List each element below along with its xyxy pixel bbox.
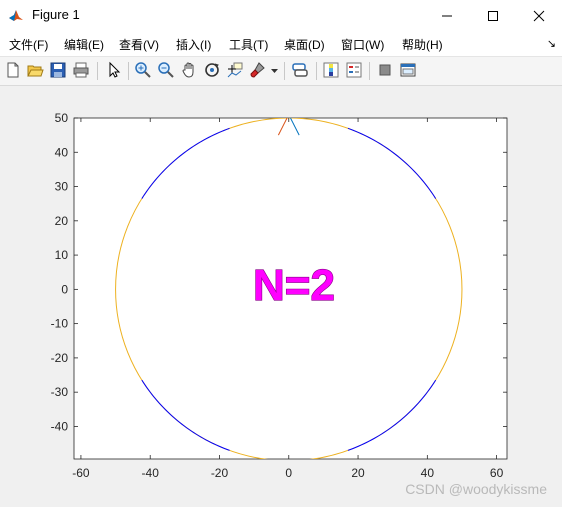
- data-cursor-icon[interactable]: [226, 61, 244, 79]
- toolbar-separator: [97, 62, 98, 80]
- close-icon: [533, 10, 545, 22]
- show-plot-tools-icon[interactable]: [399, 61, 417, 79]
- maximize-icon: [488, 11, 498, 21]
- menu-window[interactable]: 窗口(W): [341, 36, 384, 53]
- y-tick-label: -40: [51, 419, 69, 433]
- zoom-out-icon[interactable]: [157, 61, 175, 79]
- menu-insert[interactable]: 插入(I): [176, 36, 211, 53]
- figure-canvas: -60 -40 -20 0 20 40 60 -40 -30 -20 -10 0 10 20 30 40 50 …: [1, 86, 561, 507]
- menu-edit[interactable]: 编辑(E): [64, 36, 104, 53]
- toolbar-separator: [284, 62, 285, 80]
- print-icon[interactable]: [72, 61, 90, 79]
- menu-desktop[interactable]: 桌面(D): [284, 36, 325, 53]
- x-tick-label: 40: [421, 466, 435, 480]
- colorbar-icon[interactable]: [322, 61, 340, 79]
- rotate-3d-icon[interactable]: [203, 61, 221, 79]
- toolbar-separator: [316, 62, 317, 80]
- zoom-in-icon[interactable]: [134, 61, 152, 79]
- menu-view[interactable]: 查看(V): [119, 36, 159, 53]
- csdn-watermark: CSDN @woodykissme: [405, 481, 547, 497]
- y-tick-label: -30: [51, 385, 69, 399]
- menu-tools[interactable]: 工具(T): [229, 36, 268, 53]
- menu-help[interactable]: 帮助(H): [402, 36, 443, 53]
- y-tick-label: 0: [61, 282, 68, 296]
- y-tick-label: -20: [51, 351, 69, 365]
- y-tick-label: 30: [55, 180, 69, 194]
- toolbar-separator: [128, 62, 129, 80]
- x-tick-label: -20: [211, 466, 229, 480]
- link-plot-icon[interactable]: [291, 61, 309, 79]
- matlab-logo-icon: [8, 7, 24, 23]
- brush-icon[interactable]: [249, 61, 267, 79]
- y-tick-label: 50: [55, 111, 69, 125]
- x-tick-label: -60: [72, 466, 90, 480]
- y-tick-label: -10: [51, 317, 69, 331]
- minimize-button[interactable]: [424, 0, 470, 32]
- x-tick-label: 20: [351, 466, 365, 480]
- pan-hand-icon[interactable]: [180, 61, 198, 79]
- window-title: Figure 1: [32, 7, 80, 22]
- y-tick-label: 10: [55, 248, 69, 262]
- legend-icon[interactable]: [345, 61, 363, 79]
- n-value-label: N=2: [253, 261, 335, 310]
- x-tick-label: -40: [142, 466, 160, 480]
- menu-overflow-icon[interactable]: ↘: [547, 37, 556, 50]
- x-tick-label: 60: [490, 466, 504, 480]
- maximize-button[interactable]: [470, 0, 516, 32]
- y-tick-label: 20: [55, 214, 69, 228]
- menu-file[interactable]: 文件(F): [9, 36, 48, 53]
- title-bar: Figure 1: [0, 0, 562, 32]
- pointer-icon[interactable]: [105, 61, 123, 79]
- toolbar-separator: [369, 62, 370, 80]
- minimize-icon: [442, 15, 452, 17]
- dropdown-arrow-icon[interactable]: [270, 61, 279, 79]
- new-figure-icon[interactable]: [4, 61, 22, 79]
- axes-plot[interactable]: -60 -40 -20 0 20 40 60-40-30-20-1001020304050 …: [1, 86, 561, 507]
- figure-toolbar: [0, 57, 562, 86]
- y-tick-label: 40: [55, 145, 69, 159]
- hide-plot-tools-icon[interactable]: [376, 61, 394, 79]
- matlab-figure-window: Figure 1 文件(F) 编辑(E) 查看(V) 插入(I) 工具(T) 桌…: [0, 0, 562, 507]
- open-file-icon[interactable]: [26, 61, 44, 79]
- close-button[interactable]: [516, 0, 562, 32]
- menu-bar: 文件(F) 编辑(E) 查看(V) 插入(I) 工具(T) 桌面(D) 窗口(W…: [0, 32, 562, 57]
- x-tick-label: 0: [285, 466, 292, 480]
- save-icon[interactable]: [49, 61, 67, 79]
